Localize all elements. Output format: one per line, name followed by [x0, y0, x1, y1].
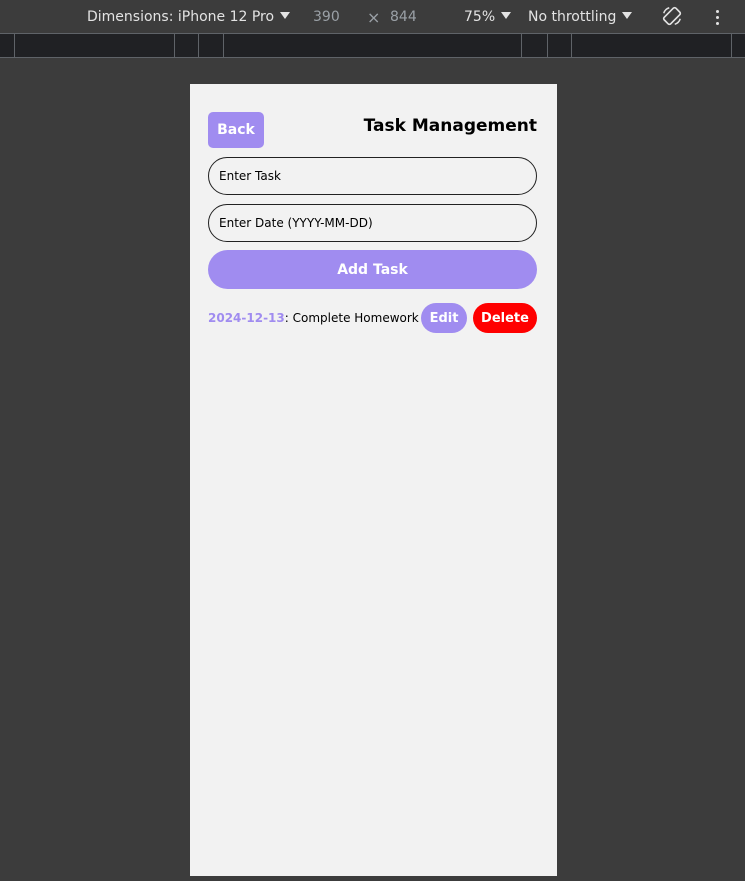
delete-task-button[interactable]: Delete	[473, 303, 537, 333]
task-date: 2024-12-13	[208, 311, 285, 325]
device-label: Dimensions: iPhone 12 Pro	[87, 9, 275, 25]
task-text: 2024-12-13: Complete Homework	[208, 311, 419, 325]
page-title: Task Management	[363, 116, 537, 136]
times-icon: ×	[367, 8, 381, 27]
height-input[interactable]: 844	[390, 8, 417, 26]
throttling-select[interactable]: No throttling	[528, 8, 633, 26]
device-viewport: Back Task Management Add Task 2024-12-13…	[190, 84, 557, 876]
ruler-tick	[547, 34, 548, 58]
media-query-ruler	[0, 33, 745, 58]
zoom-select[interactable]: 75%	[464, 8, 512, 26]
task-input[interactable]	[208, 157, 537, 195]
ruler-tick	[14, 34, 15, 58]
task-list-item: 2024-12-13: Complete Homework Edit Delet…	[208, 303, 537, 333]
more-options-icon[interactable]	[716, 10, 719, 28]
back-button[interactable]: Back	[208, 112, 264, 148]
ruler-tick	[174, 34, 175, 58]
edit-task-button[interactable]: Edit	[421, 303, 467, 333]
zoom-label: 75%	[464, 9, 496, 25]
device-select[interactable]: Dimensions: iPhone 12 Pro	[87, 8, 291, 26]
add-task-button[interactable]: Add Task	[208, 250, 537, 289]
chevron-down-icon	[280, 12, 291, 19]
ruler-tick	[571, 34, 572, 58]
chevron-down-icon	[622, 12, 633, 19]
width-input[interactable]: 390	[313, 8, 340, 26]
task-name: Complete Homework	[288, 311, 419, 325]
date-input[interactable]	[208, 204, 537, 242]
rotate-icon[interactable]	[661, 5, 683, 27]
device-toolbar: Dimensions: iPhone 12 Pro 390 × 844 75% …	[0, 0, 745, 33]
ruler-tick	[521, 34, 522, 58]
chevron-down-icon	[501, 12, 512, 19]
ruler-tick	[731, 34, 732, 58]
ruler-tick	[198, 34, 199, 58]
throttling-label: No throttling	[528, 9, 617, 25]
ruler-tick	[223, 34, 224, 58]
